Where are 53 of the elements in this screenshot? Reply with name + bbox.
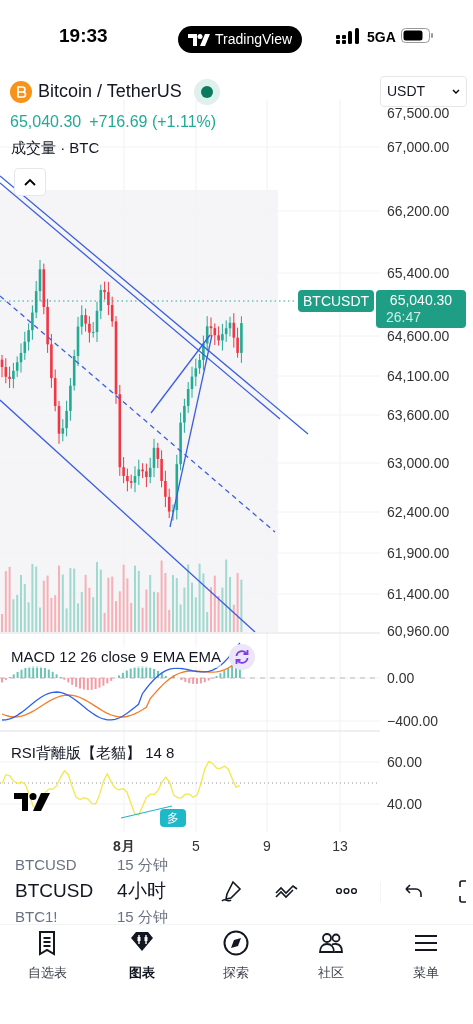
status-dot-icon (193, 78, 220, 105)
collapse-button[interactable] (14, 168, 46, 196)
signal-icon (336, 28, 360, 44)
app-name: TradingView (215, 30, 293, 49)
indicator-label: RSI背離版【老貓】 14 8 (11, 743, 175, 763)
logo-icon (188, 33, 210, 46)
currency-dropdown[interactable]: USDT (380, 76, 467, 107)
axis-label: 62,400.00 (387, 504, 450, 520)
axis-label: 67,000.00 (387, 139, 450, 155)
tab-item[interactable]: 菜单 (378, 929, 473, 983)
price-change: +716.69 (+1.11%) (89, 112, 217, 132)
axis-label: −400.00 (387, 713, 438, 729)
picker-item[interactable]: BTCUSD 4小时 (15, 878, 168, 904)
axis-label: 61,400.00 (387, 586, 450, 602)
axis-label: 63,000.00 (387, 455, 450, 471)
logo-icon (14, 793, 50, 811)
time-label: 5 (192, 837, 200, 852)
battery-icon (401, 28, 433, 43)
axis-label: 60.00 (387, 754, 423, 770)
symbol-name: Bitcoin / TetherUS (38, 80, 182, 103)
axis-label: 66,200.00 (387, 203, 450, 219)
time-label: 9 (263, 837, 271, 852)
axis-label: 64,100.00 (387, 368, 450, 384)
coin-icon (10, 80, 32, 103)
price-tag-value: 65,040.30 (389, 292, 453, 309)
fullscreen-icon[interactable] (457, 879, 467, 904)
refresh-icon[interactable] (229, 644, 256, 670)
pen-icon[interactable] (219, 879, 244, 904)
picker-item[interactable]: BTCUSD 15 分钟 (15, 852, 168, 878)
axis-label: 40.00 (387, 796, 423, 812)
time-label: 13 (332, 837, 348, 852)
axis-label: 65,400.00 (387, 265, 450, 281)
indicator-label: MACD 12 26 close 9 EMA EMA (11, 645, 222, 669)
price-value: 65,040.30 (10, 112, 82, 132)
tab-item[interactable]: 图表 (94, 929, 190, 983)
picker-item[interactable]: BTC1! 15 分钟 (15, 904, 168, 930)
signal-tag: 多 (160, 809, 186, 827)
tab-item[interactable]: 自选表 (0, 929, 95, 983)
tab-item[interactable]: 社区 (283, 929, 379, 983)
symbol-tag: BTCUSDT (298, 290, 375, 312)
chevron-up-icon (24, 178, 36, 186)
compass-icon (222, 929, 251, 957)
chevron-down-icon (452, 89, 460, 94)
axis-label: 63,600.00 (387, 407, 450, 423)
axis-label: 0.00 (387, 670, 415, 686)
axis-label: 60,960.00 (387, 623, 450, 639)
axis-label: 64,600.00 (387, 328, 450, 344)
tab-item[interactable]: 探索 (189, 929, 284, 983)
axis-label: 61,900.00 (387, 545, 450, 561)
network-label: 5GA (367, 28, 396, 47)
clock-time: 19:33 (59, 24, 108, 48)
countdown-timer: 26:47 (385, 309, 422, 326)
volume-label: 成交量 · BTC (11, 138, 100, 158)
